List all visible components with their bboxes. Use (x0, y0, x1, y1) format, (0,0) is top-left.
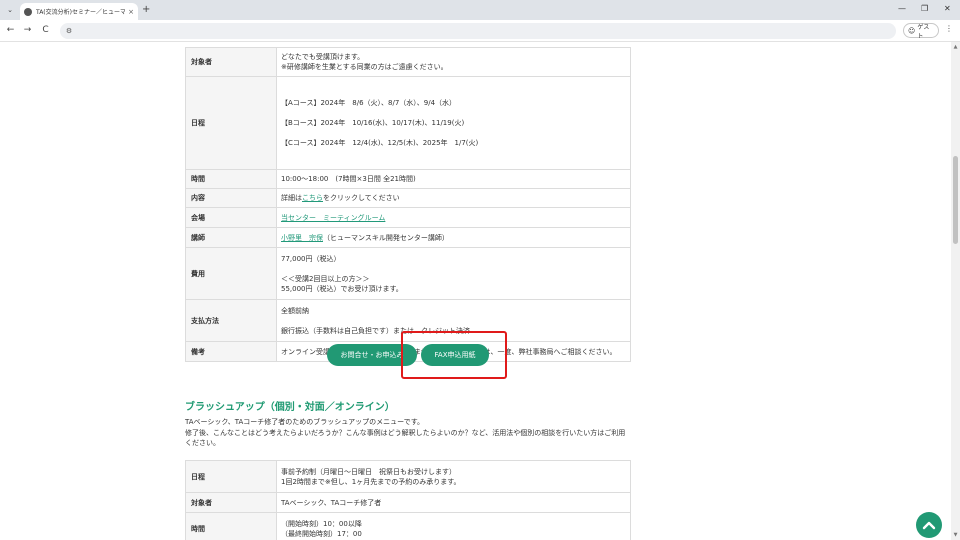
row-label: 対象者 (185, 47, 277, 77)
fee-line-3: 55,000円（税込）でお受け頂けます。 (281, 284, 403, 293)
chevron-up-icon (922, 521, 936, 530)
scroll-thumb[interactable] (953, 156, 958, 244)
row-label: 支払方法 (185, 299, 277, 342)
page-scrollbar[interactable]: ▲ ▼ (951, 42, 960, 540)
row-value: 77,000円（税込） ＜＜受講2回目以上の方＞＞ 55,000円（税込）でお受… (276, 247, 631, 300)
row-value: 10:00～18:00 (7時間×3日間 全21時間) (276, 169, 631, 189)
minimize-icon[interactable]: — (898, 3, 906, 15)
seminar-details: 対象者 どなたでも受講頂けます。 ※研修講師を生業とする同業の方はご遠慮ください… (185, 47, 631, 362)
row-value: どなたでも受講頂けます。 ※研修講師を生業とする同業の方はご遠慮ください。 (276, 47, 631, 77)
table-row: 費用 77,000円（税込） ＜＜受講2回目以上の方＞＞ 55,000円（税込）… (185, 247, 631, 300)
row-label: 時間 (185, 169, 277, 189)
profile-label: ゲスト (917, 23, 930, 40)
row-label: 時間 (185, 512, 277, 540)
row-value: 小野里 宗保（ヒューマンスキル開発センター講師） (276, 227, 631, 248)
target-line-2: ※研修講師を生業とする同業の方はご遠慮ください。 (281, 63, 448, 71)
content-suffix: をクリックしてください (323, 194, 400, 202)
brushup-schedule-line-2: 1回2時間まで※但し、1ヶ月先までの予約のみ承ります。 (281, 477, 461, 486)
payment-line-1: 全額前納 (281, 306, 309, 315)
brushup-info-table: 日程 事前予約制（月曜日～日曜日 祝祭日もお受けします） 1回2時間まで※但し、… (185, 460, 631, 540)
back-to-top-button[interactable] (916, 512, 942, 538)
tab-strip: ⌄ TA(交流分析)セミナー／ヒューマンス × + — ❐ ✕ (0, 0, 960, 20)
site-info-icon[interactable]: ⚙ (64, 26, 74, 36)
table-row: 時間 （開始時刻）10：00以降 （最終開始時刻）17：00 (185, 512, 631, 540)
table-row: 時間 10:00～18:00 (7時間×3日間 全21時間) (185, 169, 631, 189)
description-line-2: 修了後、こんなことはどう考えたらよいだろうか？こんな事例はどう解釈したらよいのか… (185, 428, 626, 448)
back-icon[interactable]: ← (4, 24, 17, 37)
section-title: ブラッシュアップ（個別・対面／オンライン） (185, 402, 395, 413)
forward-icon[interactable]: → (21, 24, 34, 37)
highlight-box (401, 331, 507, 379)
fee-line-1: 77,000円（税込） (281, 254, 341, 263)
browser-toolbar: ← → C ⚙ ☺ ゲスト ⋮ (0, 20, 960, 42)
section-description: TAベーシック、TAコーチ修了者のためのブラッシュアップのメニューです。 修了後… (185, 417, 631, 449)
row-value: 事前予約制（月曜日～日曜日 祝祭日もお受けします） 1回2時間まで※但し、1ヶ月… (276, 460, 631, 493)
table-row: 対象者 TAベーシック、TAコーチ修了者 (185, 492, 631, 513)
table-row: 日程 【Aコース】2024年 8/6（火）、8/7（水）、9/4（水） 【Bコー… (185, 76, 631, 170)
row-label: 講師 (185, 227, 277, 248)
reload-icon[interactable]: C (39, 24, 52, 37)
scroll-down-icon[interactable]: ▼ (951, 532, 960, 538)
window-close-icon[interactable]: ✕ (944, 3, 951, 15)
row-value: TAベーシック、TAコーチ修了者 (276, 492, 631, 513)
table-row: 講師 小野里 宗保（ヒューマンスキル開発センター講師） (185, 227, 631, 248)
schedule-c: 【Cコース】2024年 12/4(水)、12/5(木)、2025年 1/7(火) (281, 139, 479, 147)
instructor-suffix: （ヒューマンスキル開発センター講師） (323, 233, 449, 242)
table-row: 対象者 どなたでも受講頂けます。 ※研修講師を生業とする同業の方はご遠慮ください… (185, 47, 631, 77)
scroll-up-icon[interactable]: ▲ (951, 44, 960, 50)
maximize-icon[interactable]: ❐ (921, 3, 928, 15)
browser-menu-icon[interactable]: ⋮ (945, 24, 953, 33)
page-viewport: 対象者 どなたでも受講頂けます。 ※研修講師を生業とする同業の方はご遠慮ください… (0, 42, 960, 540)
row-label: 内容 (185, 188, 277, 208)
fee-line-2: ＜＜受講2回目以上の方＞＞ (281, 274, 370, 283)
tab-close-icon[interactable]: × (128, 8, 134, 16)
row-label: 日程 (185, 76, 277, 170)
instructor-link[interactable]: 小野里 宗保 (281, 234, 323, 242)
content-prefix: 詳細は (281, 194, 302, 202)
row-label: 会場 (185, 207, 277, 228)
seminar-info-table: 対象者 どなたでも受講頂けます。 ※研修講師を生業とする同業の方はご遠慮ください… (185, 47, 631, 362)
table-row: 会場 当センター ミーティングルーム (185, 207, 631, 228)
favicon-icon (24, 7, 32, 16)
description-line-1: TAベーシック、TAコーチ修了者のためのブラッシュアップのメニューです。 (185, 418, 425, 426)
tab-active[interactable]: TA(交流分析)セミナー／ヒューマンス × (20, 3, 138, 20)
row-label: 日程 (185, 460, 277, 493)
tab-title: TA(交流分析)セミナー／ヒューマンス (36, 9, 126, 16)
row-value: 詳細はこちらをクリックしてください (276, 188, 631, 208)
row-value: （開始時刻）10：00以降 （最終開始時刻）17：00 (276, 512, 631, 540)
new-tab-button[interactable]: + (142, 4, 150, 16)
brushup-details: 日程 事前予約制（月曜日～日曜日 祝祭日もお受けします） 1回2時間まで※但し、… (185, 460, 631, 540)
row-label: 費用 (185, 247, 277, 300)
profile-button[interactable]: ☺ ゲスト (903, 23, 939, 40)
target-line-1: どなたでも受講頂けます。 (281, 53, 365, 61)
row-label: 対象者 (185, 492, 277, 513)
brushup-time-line-1: （開始時刻）10：00以降 (281, 519, 362, 528)
table-row: 日程 事前予約制（月曜日～日曜日 祝祭日もお受けします） 1回2時間まで※但し、… (185, 460, 631, 493)
profile-icon: ☺ (908, 26, 916, 35)
table-row: 内容 詳細はこちらをクリックしてください (185, 188, 631, 208)
details-link[interactable]: こちら (302, 194, 323, 202)
brushup-time-line-2: （最終開始時刻）17：00 (281, 529, 362, 538)
address-bar[interactable]: ⚙ (60, 23, 896, 39)
row-value: 【Aコース】2024年 8/6（火）、8/7（水）、9/4（水） 【Bコース】2… (276, 76, 631, 170)
schedule-b: 【Bコース】2024年 10/16(水)、10/17(木)、11/19(火) (281, 119, 465, 127)
venue-link[interactable]: 当センター ミーティングルーム (281, 214, 385, 222)
brushup-schedule-line-1: 事前予約制（月曜日～日曜日 祝祭日もお受けします） (281, 467, 456, 476)
row-value: 当センター ミーティングルーム (276, 207, 631, 228)
schedule-a: 【Aコース】2024年 8/6（火）、8/7（水）、9/4（水） (281, 99, 457, 107)
tab-search-icon[interactable]: ⌄ (4, 4, 16, 16)
